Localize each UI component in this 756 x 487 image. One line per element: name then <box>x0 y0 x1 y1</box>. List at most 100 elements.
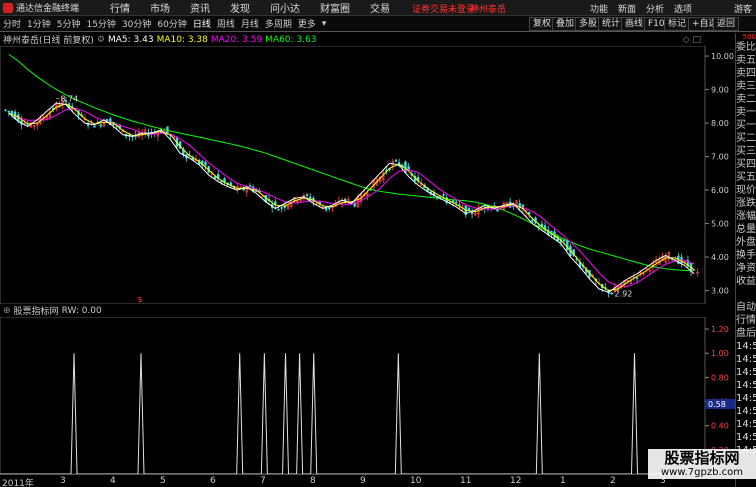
login-warning[interactable]: 证券交易未登录 <box>412 2 475 15</box>
candle-body <box>248 185 252 187</box>
mark-button[interactable]: 标记 <box>664 17 691 31</box>
tab-multi-period[interactable]: 多周期 <box>262 17 295 30</box>
indicator-value: RW: 0.00 <box>61 305 102 316</box>
tab-5min[interactable]: 5分钟 <box>54 17 84 30</box>
tab-daily[interactable]: 日线 <box>190 17 214 30</box>
more-dropdown-icon[interactable]: ▾ <box>319 19 330 29</box>
signal-marker: $ <box>137 295 142 304</box>
window-controls-icon[interactable]: ◇ □ <box>683 35 701 45</box>
candle-body <box>229 182 233 186</box>
candle-body <box>531 219 534 222</box>
y-tick-label: 8.00 <box>711 119 729 128</box>
main-chart-header: 神州泰岳(日线 前复权) ⚙ MA5: 3.43 MA10: 3.38 MA20… <box>0 33 705 47</box>
ma10-label: MA10: 3.38 <box>156 34 208 45</box>
panel-item: 买一 <box>736 120 756 131</box>
panel-item: 卖二 <box>736 94 756 105</box>
tab-1min[interactable]: 1分钟 <box>24 17 54 30</box>
candle-body <box>7 110 10 113</box>
back-button[interactable]: 返回 <box>713 17 740 31</box>
panel-item: 卖一 <box>736 107 756 118</box>
menu-item-wealth[interactable]: 财富圈 <box>310 0 360 15</box>
x-tick-label: 5 <box>160 476 166 486</box>
panel-item: 14:50 <box>736 406 756 417</box>
menu-item-trade[interactable]: 交易 <box>360 0 400 15</box>
x-tick-label: 10 <box>410 476 422 486</box>
quote-side-panel: 500 委比 卖五 卖四 卖三 卖二 卖一 买一 买二 买三 买四 买五 现价 涨跌 涨幅 总量 外盘 换手 净资… <box>735 33 756 487</box>
tab-more[interactable]: 更多 <box>295 17 319 30</box>
tab-15min[interactable]: 15分钟 <box>83 17 118 30</box>
y-tick-label: 3.00 <box>711 287 729 296</box>
x-tick-label: 6 <box>210 476 216 486</box>
indicator-title: 股票指标网 <box>13 307 59 317</box>
candle-body <box>455 201 458 204</box>
menu-analysis[interactable]: 分析 <box>646 2 664 15</box>
watermark-title: 股票指标网 <box>664 449 740 467</box>
y-tick-label: 10.00 <box>711 52 734 61</box>
guest-user[interactable]: 游客 <box>734 2 752 15</box>
candle-body <box>204 162 207 166</box>
candle-body <box>448 201 452 203</box>
candle-body <box>4 109 7 111</box>
ind-y-tick-label: 0.80 <box>711 373 729 382</box>
app-logo-icon <box>3 2 13 13</box>
x-tick-label: 1 <box>560 476 566 486</box>
ind-y-tick-label: 1.00 <box>711 349 729 358</box>
panel-item: 涨幅 <box>736 211 756 222</box>
candlestick-chart[interactable]: 10.00 9.00 8.00 7.00 6.00 5.00 4.00 3.00 8.74 2… <box>0 46 735 304</box>
indicator-toggle-icon[interactable]: ⊕ <box>3 306 11 316</box>
panel-item: 14:50 <box>736 432 756 443</box>
panel-item: 总量 <box>736 224 756 235</box>
ind-y-tick-label: 0.40 <box>711 422 729 431</box>
menu-new-page[interactable]: 新面 <box>618 2 636 15</box>
settings-gear-icon[interactable]: ⚙ <box>97 35 105 45</box>
x-axis: 2011年 3 4 5 6 7 8 9 10 11 12 1 2 3 <box>0 474 705 487</box>
signal-line <box>0 353 705 474</box>
ma20-label: MA20: 3.59 <box>210 34 263 45</box>
menu-bar: 通达信金融终端 行情 市场 资讯 发现 问小达 财富圈 交易 <box>0 0 756 16</box>
ma10-line <box>8 103 695 292</box>
panel-item: 行情 <box>736 315 756 326</box>
panel-item: 14:50 <box>736 419 756 430</box>
watermark: 股票指标网 www.7gpzb.com <box>648 449 756 479</box>
candle-body <box>305 194 309 196</box>
panel-item: 盘后 <box>736 328 756 339</box>
panel-item: 现价 <box>736 185 756 196</box>
panel-item: 涨跌 <box>736 198 756 209</box>
ma60-line <box>8 53 695 271</box>
menu-item-market[interactable]: 市场 <box>140 0 180 15</box>
candle-body <box>280 207 283 209</box>
panel-item: 收益 <box>736 276 756 287</box>
x-tick-label: 8 <box>310 476 316 486</box>
low-annotation: 2.92 <box>615 289 633 298</box>
x-tick-label: 12 <box>510 476 522 486</box>
indicator-chart[interactable]: 1.201.000.800.600.400.200.58 <box>0 317 735 474</box>
panel-item: 14:50 <box>736 341 756 352</box>
indicator-frame <box>0 317 706 474</box>
y-tick-label: 7.00 <box>711 153 729 162</box>
tab-intraday[interactable]: 分时 <box>0 17 24 30</box>
tab-monthly[interactable]: 月线 <box>238 17 262 30</box>
current-value-label: 0.58 <box>708 400 726 409</box>
tab-30min[interactable]: 30分钟 <box>119 17 154 30</box>
ma20-line <box>8 107 695 287</box>
menu-item-quotes[interactable]: 行情 <box>100 0 140 15</box>
chart-grid <box>0 46 709 304</box>
panel-item: 换手 <box>736 250 756 261</box>
menu-item-news[interactable]: 资讯 <box>180 0 220 15</box>
candle-body <box>328 206 331 209</box>
menu-item-discover[interactable]: 发现 <box>220 0 260 15</box>
panel-item: 净资 <box>736 263 756 274</box>
menu-options[interactable]: 选项 <box>674 2 692 15</box>
tab-weekly[interactable]: 周线 <box>214 17 238 30</box>
panel-item: 14:50 <box>736 380 756 391</box>
candle-body <box>635 277 639 279</box>
indicator-spikes <box>0 353 705 474</box>
menu-item-ask[interactable]: 问小达 <box>260 0 310 15</box>
panel-top-number: 500 <box>742 33 756 41</box>
menu-function[interactable]: 功能 <box>590 2 608 15</box>
tab-60min[interactable]: 60分钟 <box>154 17 189 30</box>
panel-item: 外盘 <box>736 237 756 248</box>
indicator-header: ⊕ 股票指标网 RW: 0.00 <box>0 304 102 318</box>
panel-item: 自动 <box>736 302 756 313</box>
panel-item: 买三 <box>736 146 756 157</box>
